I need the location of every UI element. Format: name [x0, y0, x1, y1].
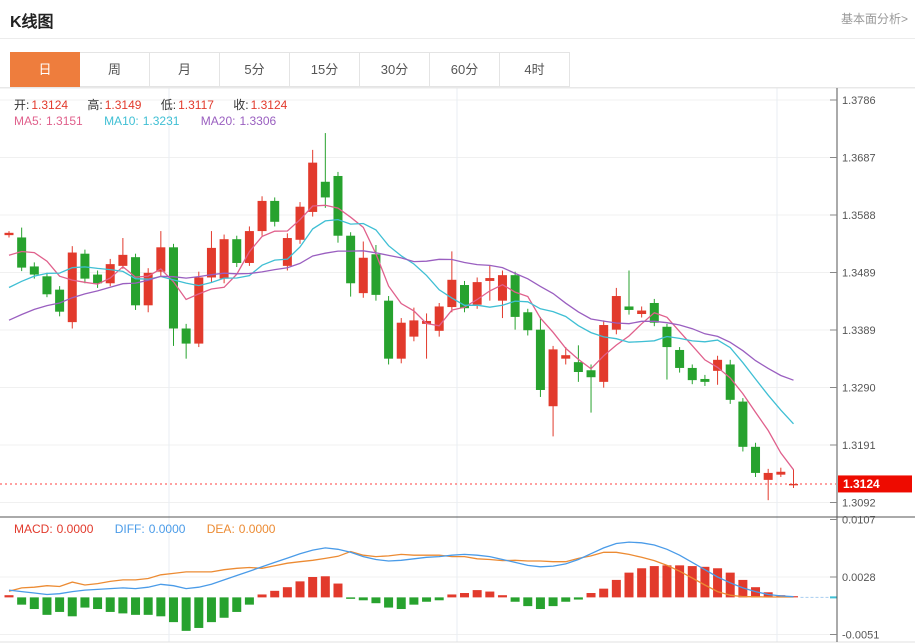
svg-text:1.3124: 1.3124 [843, 477, 880, 491]
current-price-badge: 1.3124 [838, 475, 912, 492]
svg-text:1.3687: 1.3687 [842, 153, 876, 165]
svg-text:-0.0051: -0.0051 [842, 630, 879, 642]
tab-day[interactable]: 日 [10, 52, 80, 87]
kline-page: { "header": { "title": "K线图", "link": "基… [0, 0, 915, 644]
svg-text:1.3191: 1.3191 [842, 440, 876, 452]
tab-15min[interactable]: 15分 [290, 52, 360, 87]
svg-text:1.3786: 1.3786 [842, 95, 876, 107]
svg-text:0.0107: 0.0107 [842, 515, 876, 527]
tab-60min[interactable]: 60分 [430, 52, 500, 87]
tab-5min[interactable]: 5分 [220, 52, 290, 87]
tab-30min[interactable]: 30分 [360, 52, 430, 87]
svg-text:1.3092: 1.3092 [842, 498, 876, 510]
fundamental-analysis-link[interactable]: 基本面分析> [841, 10, 908, 27]
svg-text:1.3489: 1.3489 [842, 268, 876, 280]
tab-4hour[interactable]: 4时 [500, 52, 570, 87]
tab-week[interactable]: 周 [80, 52, 150, 87]
macd-panel [5, 542, 838, 631]
page-title: K线图 [10, 8, 54, 32]
kline-chart-canvas[interactable]: 1.3786 1.3687 1.3588 1.3489 1.3389 1.3290 1.31… [0, 0, 915, 644]
svg-text:0.0028: 0.0028 [842, 572, 876, 584]
svg-text:1.3588: 1.3588 [842, 210, 876, 222]
svg-text:1.3290: 1.3290 [842, 383, 876, 395]
tab-month[interactable]: 月 [150, 52, 220, 87]
timeframe-tabs: 日 周 月 5分 15分 30分 60分 4时 [10, 52, 570, 87]
svg-text:1.3389: 1.3389 [842, 325, 876, 337]
